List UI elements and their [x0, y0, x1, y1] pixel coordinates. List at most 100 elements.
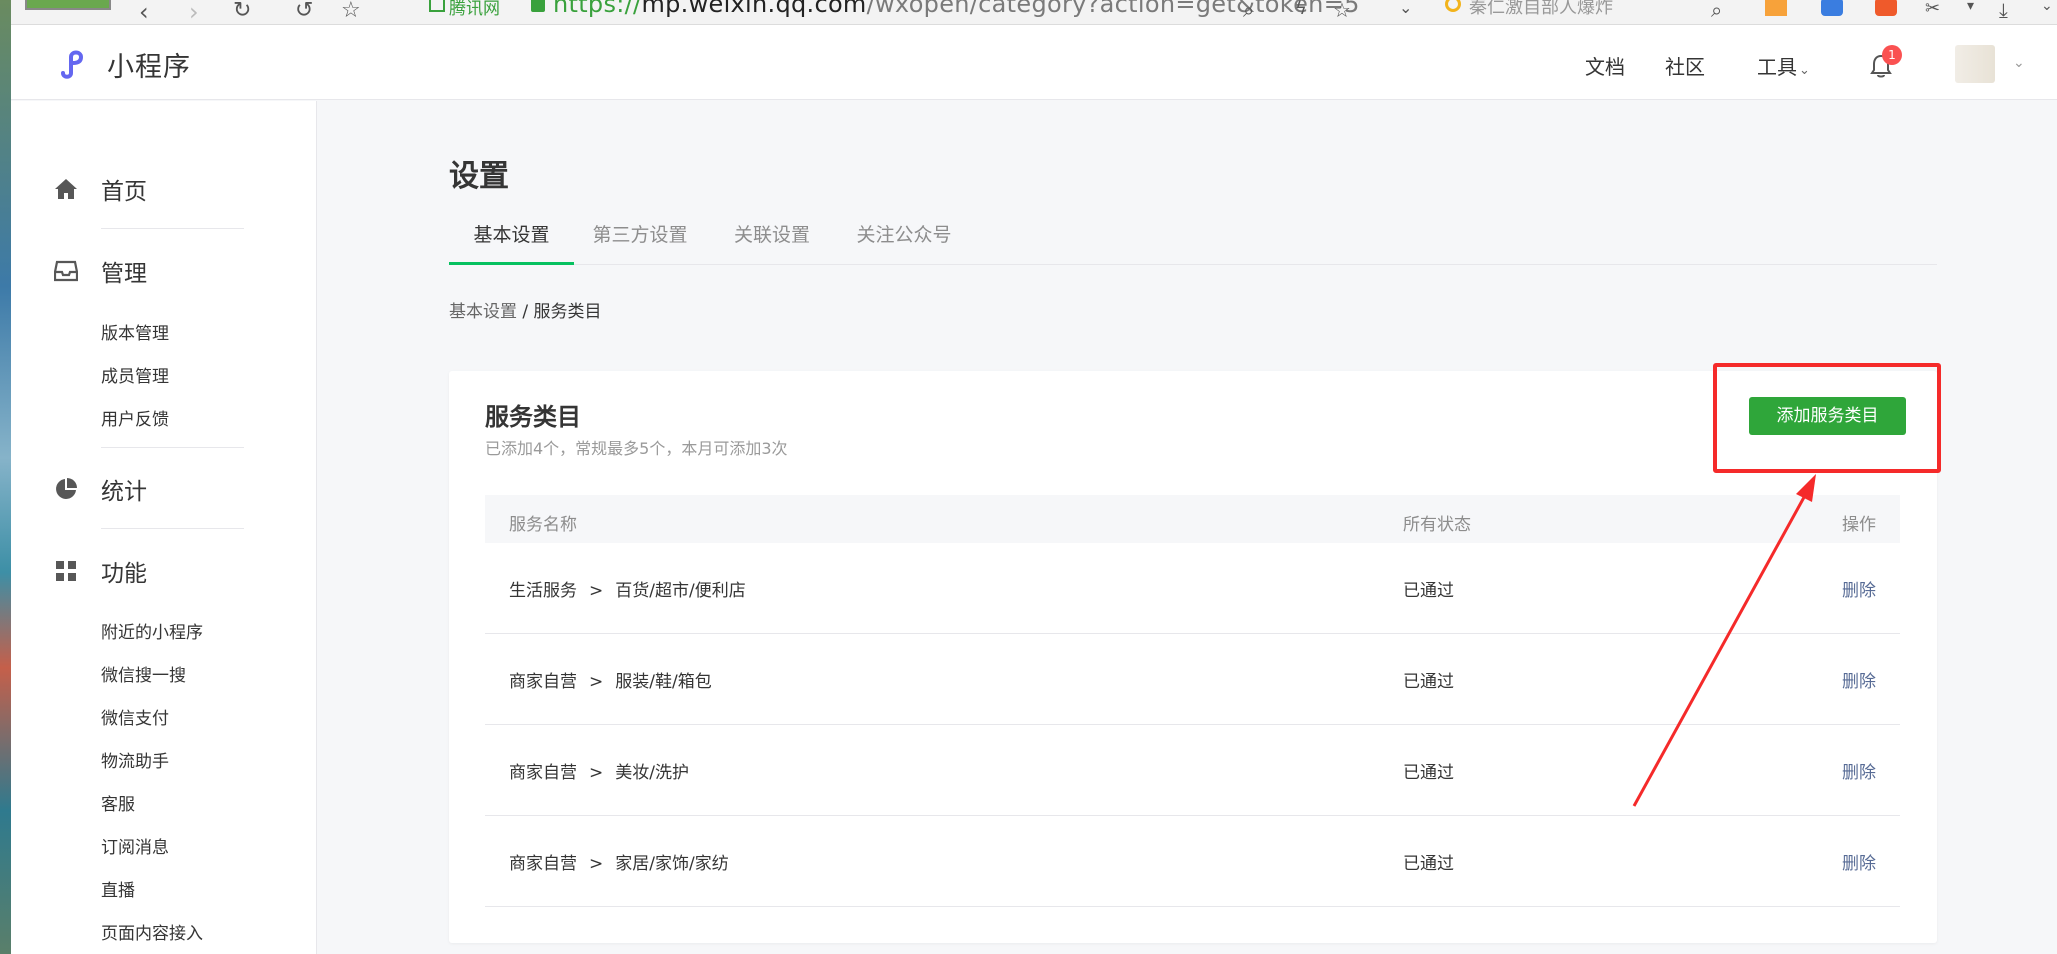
- sidebar-divider: [101, 528, 244, 529]
- sidebar-item-nearby-miniprogram[interactable]: 附近的小程序: [101, 618, 203, 643]
- nav-community-link[interactable]: 社区: [1665, 51, 1705, 80]
- app-title[interactable]: 小程序: [107, 45, 191, 84]
- service-name-cell: 商家自营 > 家居/家饰/家纺: [509, 854, 729, 874]
- tab-third-party-settings[interactable]: 第三方设置: [580, 217, 700, 265]
- notification-badge: 1: [1882, 45, 1902, 65]
- settings-tabs: 基本设置 第三方设置 关联设置 关注公众号: [449, 217, 1937, 265]
- extension-blue-icon[interactable]: [1821, 0, 1843, 16]
- card-description: 已添加4个，常规最多5个，本月可添加3次: [485, 439, 788, 458]
- scissors-icon[interactable]: ✂: [1925, 0, 1940, 19]
- favorite-star-icon[interactable]: ☆: [1333, 0, 1351, 22]
- column-header-service-name: 服务名称: [509, 515, 577, 535]
- search-engine-icon: [1445, 0, 1461, 12]
- extension-red-icon[interactable]: [1875, 0, 1897, 16]
- service-name-cell: 商家自营 > 服装/鞋/箱包: [509, 672, 712, 692]
- column-header-status: 所有状态: [1403, 515, 1471, 535]
- delete-link[interactable]: 删除: [1842, 758, 1876, 783]
- service-name-cell: 生活服务 > 百货/超市/便利店: [509, 581, 746, 601]
- breadcrumb: 基本设置 / 服务类目: [449, 297, 602, 322]
- status-cell: 已通过: [1403, 763, 1454, 783]
- grid-icon: [53, 558, 79, 584]
- service-name-cell: 商家自营 > 美妆/洗护: [509, 763, 689, 783]
- search-icon[interactable]: ⌕: [1711, 0, 1722, 22]
- browser-search-box[interactable]: 秦仁激自部人爆炸: [1431, 0, 1731, 18]
- tools-chevron-icon: ⌄: [1799, 63, 1810, 78]
- sidebar-item-customer-service[interactable]: 客服: [101, 790, 135, 815]
- more-caret-icon[interactable]: ⌄: [2041, 0, 2053, 14]
- bookmark-star-icon[interactable]: ☆: [341, 0, 361, 23]
- nav-docs-link[interactable]: 文档: [1585, 51, 1625, 80]
- table-row: 商家自营 > 美妆/洗护 已通过 删除: [485, 725, 1900, 816]
- sidebar-item-stats[interactable]: 统计: [53, 469, 147, 509]
- sidebar-item-label: 首页: [101, 179, 147, 205]
- sidebar-item-version-manage[interactable]: 版本管理: [101, 319, 169, 344]
- breadcrumb-parent-link[interactable]: 基本设置: [449, 302, 517, 322]
- card-title: 服务类目: [485, 403, 581, 431]
- status-cell: 已通过: [1403, 672, 1454, 692]
- sidebar-item-label: 管理: [101, 261, 147, 287]
- table-row: 商家自营 > 服装/鞋/箱包 已通过 删除: [485, 634, 1900, 725]
- sidebar-item-manage[interactable]: 管理: [53, 251, 147, 291]
- sidebar-item-label: 统计: [101, 479, 147, 505]
- pie-chart-icon: [53, 476, 79, 502]
- menu-caret-icon[interactable]: ▾: [1967, 0, 1974, 14]
- site-shield-icon: [429, 0, 445, 12]
- sidebar-item-subscription-message[interactable]: 订阅消息: [101, 833, 169, 858]
- page-title: 设置: [449, 159, 509, 194]
- inbox-icon: [53, 258, 79, 284]
- tab-basic-settings[interactable]: 基本设置: [449, 217, 574, 265]
- user-avatar[interactable]: [1955, 45, 1995, 83]
- delete-link[interactable]: 删除: [1842, 849, 1876, 874]
- sidebar: 首页 管理 版本管理 成员管理 用户反馈 统计 功能 附近的小程序 微信搜一搜 …: [11, 101, 317, 954]
- sidebar-item-live[interactable]: 直播: [101, 876, 135, 901]
- sidebar-item-user-feedback[interactable]: 用户反馈: [101, 405, 169, 430]
- undo-icon[interactable]: ↺: [295, 0, 313, 23]
- table-row: 生活服务 > 百货/超市/便利店 已通过 删除: [485, 543, 1900, 634]
- home-icon: [53, 176, 79, 202]
- tab-follow-official-account[interactable]: 关注公众号: [844, 217, 964, 265]
- delete-link[interactable]: 删除: [1842, 576, 1876, 601]
- sidebar-item-features[interactable]: 功能: [53, 551, 147, 591]
- miniprogram-logo-icon[interactable]: [57, 47, 97, 83]
- sidebar-divider: [101, 228, 244, 229]
- site-brand-label: 腾讯网: [449, 0, 500, 19]
- sidebar-divider: [101, 447, 244, 448]
- status-cell: 已通过: [1403, 854, 1454, 874]
- sidebar-item-member-manage[interactable]: 成员管理: [101, 362, 169, 387]
- table-header: 服务名称 所有状态 操作: [485, 495, 1900, 543]
- column-header-action: 操作: [1842, 515, 1876, 535]
- service-category-card: 服务类目 已添加4个，常规最多5个，本月可添加3次 添加服务类目 服务名称 所有…: [449, 363, 1941, 943]
- extension-grid-icon[interactable]: [1765, 0, 1787, 16]
- delete-link[interactable]: 删除: [1842, 667, 1876, 692]
- nav-tools-menu[interactable]: 工具 ⌄: [1757, 51, 1810, 80]
- browser-search-text[interactable]: 秦仁激自部人爆炸: [1469, 0, 1613, 19]
- url-search-icon[interactable]: ⌕: [1243, 0, 1254, 22]
- sidebar-item-wechat-search[interactable]: 微信搜一搜: [101, 661, 186, 686]
- sidebar-item-home[interactable]: 首页: [53, 169, 147, 209]
- browser-toolbar: ‹ › ↻ ↺ ☆ 腾讯网 https://mp.weixin.qq.com/w…: [11, 0, 2057, 25]
- breadcrumb-current: 服务类目: [533, 302, 602, 322]
- dropdown-chevron-icon[interactable]: ⌄: [1399, 0, 1412, 17]
- download-icon[interactable]: ⤓: [1999, 0, 2008, 22]
- browser-tab-thumbnail[interactable]: [25, 0, 111, 10]
- desktop-background-strip: [0, 0, 11, 954]
- app-header: 小程序 文档 社区 工具 ⌄ 1 ⌄: [11, 25, 2057, 100]
- lightning-icon[interactable]: ϟ: [1295, 0, 1307, 19]
- account-chevron-icon[interactable]: ⌄: [2013, 55, 2025, 71]
- secure-lock-icon: [531, 0, 545, 12]
- breadcrumb-separator: /: [517, 302, 534, 322]
- forward-icon[interactable]: ›: [189, 0, 199, 24]
- back-icon[interactable]: ‹: [139, 0, 149, 24]
- add-service-category-button[interactable]: 添加服务类目: [1749, 397, 1906, 435]
- sidebar-item-wechat-pay[interactable]: 微信支付: [101, 704, 169, 729]
- sidebar-item-logistics[interactable]: 物流助手: [101, 747, 169, 772]
- url-text[interactable]: https://mp.weixin.qq.com/wxopen/category…: [553, 0, 1360, 18]
- status-cell: 已通过: [1403, 581, 1454, 601]
- refresh-icon[interactable]: ↻: [233, 0, 251, 23]
- tab-association-settings[interactable]: 关联设置: [722, 217, 822, 265]
- main-content: 设置 基本设置 第三方设置 关联设置 关注公众号 基本设置 / 服务类目 服务类…: [317, 101, 2057, 954]
- sidebar-item-page-content[interactable]: 页面内容接入: [101, 919, 203, 944]
- sidebar-item-label: 功能: [101, 561, 147, 587]
- table-row: 商家自营 > 家居/家饰/家纺 已通过 删除: [485, 816, 1900, 907]
- address-bar[interactable]: 腾讯网 https://mp.weixin.qq.com/wxopen/cate…: [409, 0, 1359, 19]
